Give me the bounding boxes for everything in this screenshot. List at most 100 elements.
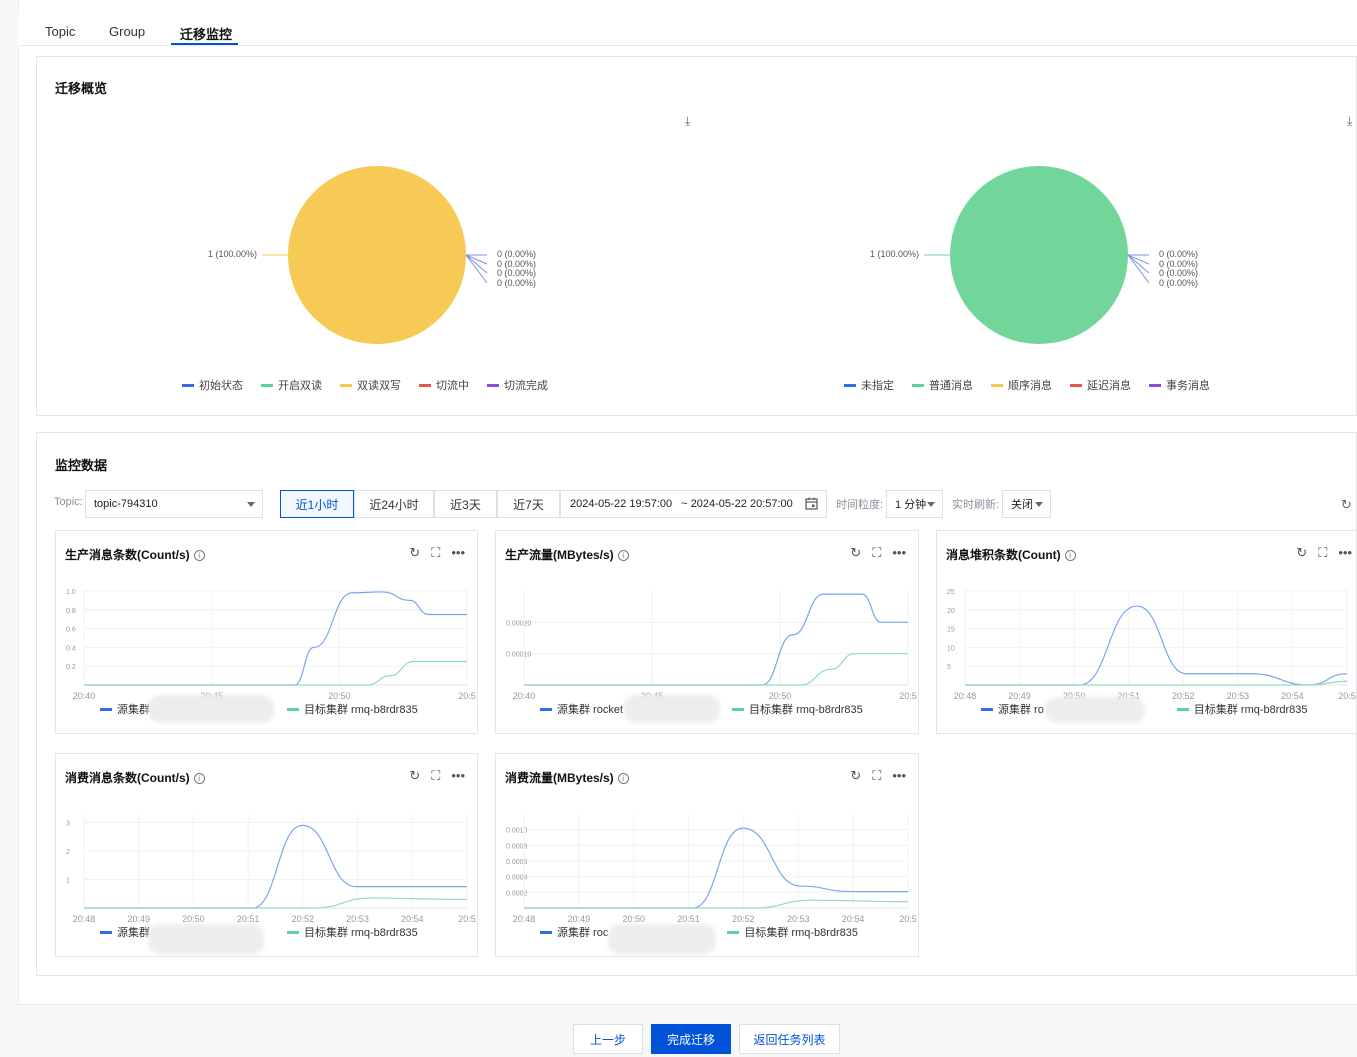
x-tick-label: 20:49 — [568, 914, 591, 924]
legend-label: 切流完成 — [504, 380, 548, 392]
date-start: 2024-05-22 19:57:00 — [570, 498, 673, 510]
fullscreen-icon[interactable]: ⛶ — [872, 545, 881, 561]
legend-swatch — [100, 707, 112, 711]
download-icon[interactable]: ⤓ — [685, 114, 690, 129]
fullscreen-icon[interactable]: ⛶ — [431, 545, 440, 561]
y-tick-label: 1 — [66, 878, 70, 885]
download-icon[interactable]: ⤓ — [1347, 114, 1352, 129]
info-icon[interactable]: i — [193, 773, 205, 784]
finish-migration-button[interactable]: 完成迁移 — [651, 1024, 731, 1054]
more-icon[interactable]: ••• — [1338, 545, 1352, 561]
legend-item[interactable]: 目标集群 rmq-b8rdr835 — [287, 924, 418, 940]
legend-item[interactable]: 目标集群 rmq-b8rdr835 — [732, 701, 863, 717]
legend-swatch — [727, 930, 740, 934]
legend-item[interactable]: 目标集群 rmq-b8rdr835 — [287, 701, 418, 717]
y-tick-label: 2 — [66, 849, 70, 856]
fullscreen-icon[interactable]: ⛶ — [872, 768, 881, 784]
tab-topic[interactable]: Topic — [45, 24, 75, 39]
legend-item[interactable]: 切流中 — [419, 377, 469, 393]
chart-card-produce-count: 生产消息条数(Count/s) i ↻ ⛶ ••• 1.0 0.8 0.6 0.4 0.2 20… — [55, 530, 478, 734]
x-tick-label: 20:49 — [127, 914, 150, 924]
legend-label: 初始状态 — [199, 380, 243, 392]
x-tick-label: 20:48 — [954, 691, 977, 701]
x-tick-label: 20:53 — [787, 914, 810, 924]
x-tick-label: 20:5 — [458, 914, 476, 924]
legend-swatch — [1149, 383, 1161, 387]
chart-toolbar: ↻ ⛶ ••• — [409, 545, 465, 561]
chart-title: 生产流量(MBytes/s) i — [505, 546, 629, 563]
legend-item[interactable]: 初始状态 — [182, 377, 243, 393]
x-tick-label: 20:48 — [73, 914, 96, 924]
legend-swatch — [1176, 707, 1189, 711]
refresh-icon[interactable]: ↻ — [409, 545, 420, 561]
topic-select[interactable]: topic-794310 — [85, 490, 263, 518]
chevron-down-icon — [247, 502, 255, 507]
legend-item[interactable]: 顺序消息 — [991, 377, 1052, 393]
x-tick-label: 20:40 — [513, 691, 536, 701]
tab-migration-monitor[interactable]: 迁移监控 — [180, 24, 232, 43]
pie-main-label: 1 (100.00%) — [870, 249, 920, 259]
legend-item[interactable]: 目标集群 rmq-b8rdr835 — [1176, 701, 1308, 717]
series-line — [524, 653, 908, 686]
x-tick-label: 20:54 — [401, 914, 424, 924]
more-icon[interactable]: ••• — [451, 768, 465, 784]
series-line — [965, 605, 1348, 686]
refresh-icon[interactable]: ↻ — [409, 768, 420, 784]
pie-small-labels: 0 (0.00%) 0 (0.00%) 0 (0.00%) 0 (0.00%) — [497, 249, 536, 288]
series-line — [524, 593, 908, 686]
range-7d-button[interactable]: 近7天 — [497, 490, 560, 518]
legend-swatch — [1070, 383, 1082, 387]
overview-title: 迁移概览 — [55, 81, 108, 96]
range-1h-button[interactable]: 近1小时 — [280, 490, 354, 518]
chart-toolbar: ↻ ⛶ ••• — [850, 768, 906, 784]
refresh-icon[interactable]: ↻ — [1296, 545, 1307, 561]
y-tick-label: 25 — [947, 589, 955, 596]
pie-small-labels: 0 (0.00%) 0 (0.00%) 0 (0.00%) 0 (0.00%) — [1159, 249, 1199, 288]
more-icon[interactable]: ••• — [892, 545, 906, 561]
topic-select-value: topic-794310 — [94, 498, 158, 510]
more-icon[interactable]: ••• — [892, 768, 906, 784]
legend-item[interactable]: 事务消息 — [1149, 377, 1210, 393]
series-line — [83, 660, 467, 686]
refresh-icon[interactable]: ↻ — [1341, 497, 1352, 513]
legend-swatch — [287, 930, 299, 934]
legend-label: 目标集群 rmq-b8rdr835 — [749, 704, 863, 716]
info-icon[interactable]: i — [617, 550, 629, 561]
granularity-select[interactable]: 1 分钟 — [886, 490, 943, 518]
x-tick-label: 20:54 — [842, 914, 865, 924]
legend-item[interactable]: 开启双读 — [261, 377, 322, 393]
prev-step-button[interactable]: 上一步 — [573, 1024, 643, 1054]
topic-filter-label: Topic: — [54, 496, 83, 508]
chart-toolbar: ↻ ⛶ ••• — [1296, 545, 1352, 561]
date-range-picker[interactable]: 2024-05-22 19:57:00 ~ 2024-05-22 20:57:0… — [560, 490, 827, 518]
back-to-task-list-button[interactable]: 返回任务列表 — [739, 1024, 840, 1054]
fullscreen-icon[interactable]: ⛶ — [1318, 545, 1327, 561]
legend-item[interactable]: 双读双写 — [340, 377, 401, 393]
refresh-icon[interactable]: ↻ — [850, 545, 861, 561]
active-tab-indicator — [171, 43, 238, 45]
info-icon[interactable]: i — [617, 773, 629, 784]
redaction-mask — [148, 924, 264, 954]
fullscreen-icon[interactable]: ⛶ — [431, 768, 440, 784]
pie-main-label: 1 (100.00%) — [208, 249, 258, 259]
legend-item[interactable]: 未指定 — [844, 377, 894, 393]
x-tick-label: 20:54 — [1281, 691, 1304, 701]
refresh-icon[interactable]: ↻ — [850, 768, 861, 784]
legend-item[interactable]: 目标集群 rmq-b8rdr835 — [727, 924, 858, 940]
legend-item[interactable]: 普通消息 — [912, 377, 973, 393]
range-3d-button[interactable]: 近3天 — [434, 490, 497, 518]
redaction-mask — [1045, 697, 1145, 723]
legend-item[interactable]: 延迟消息 — [1070, 377, 1131, 393]
range-24h-button[interactable]: 近24小时 — [354, 490, 434, 518]
more-icon[interactable]: ••• — [451, 545, 465, 561]
legend-item[interactable]: 切流完成 — [487, 377, 548, 393]
info-icon[interactable]: i — [1064, 550, 1076, 561]
pie-small-label: 0 (0.00%) — [1159, 277, 1199, 288]
info-icon[interactable]: i — [193, 550, 205, 561]
legend-label: 双读双写 — [357, 380, 401, 392]
line-chart: 3 2 1 20:48 20:49 20:50 20:51 20:52 20:53 20:54 20… — [66, 814, 476, 924]
line-chart: 25201510520:48 20:49 20:50 20:51 20:52 20:53 2… — [947, 589, 1356, 701]
tab-group[interactable]: Group — [109, 24, 145, 39]
refresh-select[interactable]: 关闭 — [1002, 490, 1051, 518]
redaction-mask — [148, 695, 274, 723]
